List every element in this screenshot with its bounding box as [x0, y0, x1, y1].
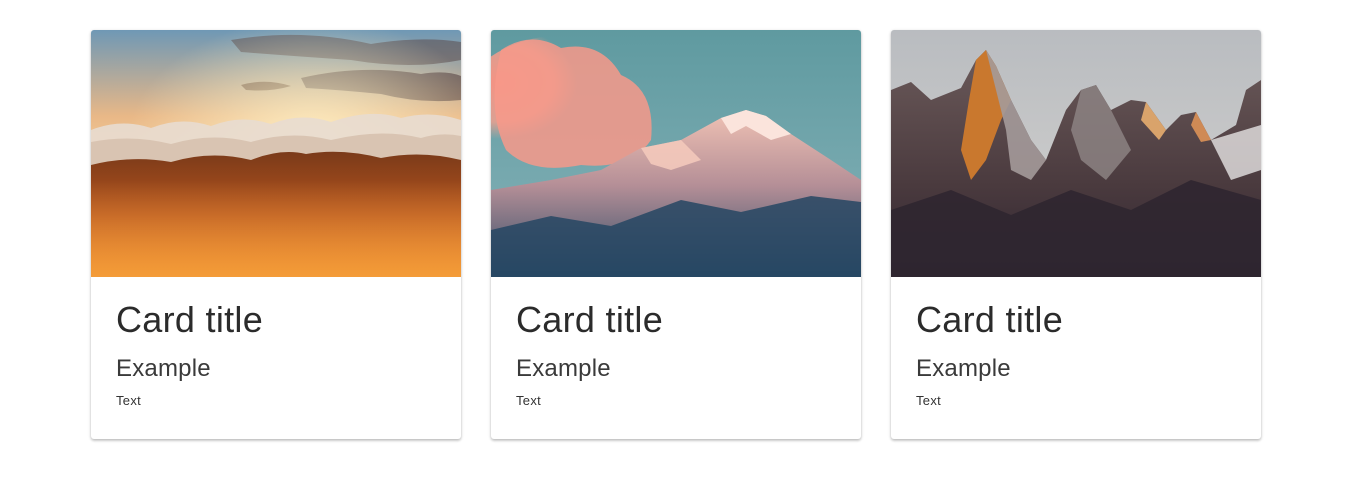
- card-1-body: Card title Example Text: [91, 277, 461, 410]
- card-2[interactable]: Card title Example Text: [491, 30, 861, 439]
- card-2-image: [491, 30, 861, 277]
- card-2-body: Card title Example Text: [491, 277, 861, 410]
- card-text: Text: [916, 393, 942, 408]
- card-subtitle: Example: [116, 355, 211, 382]
- card-3[interactable]: Card title Example Text: [891, 30, 1261, 439]
- card-grid: Card title Example Text Card title Examp…: [91, 30, 1261, 439]
- card-1[interactable]: Card title Example Text: [91, 30, 461, 439]
- card-title: Card title: [516, 299, 664, 340]
- card-3-image: [891, 30, 1261, 277]
- card-subtitle: Example: [916, 355, 1011, 382]
- card-subtitle: Example: [516, 355, 611, 382]
- card-title: Card title: [116, 299, 264, 340]
- card-1-image: [91, 30, 461, 277]
- card-3-body: Card title Example Text: [891, 277, 1261, 410]
- card-text: Text: [516, 393, 542, 408]
- card-title: Card title: [916, 299, 1064, 340]
- card-text: Text: [116, 393, 142, 408]
